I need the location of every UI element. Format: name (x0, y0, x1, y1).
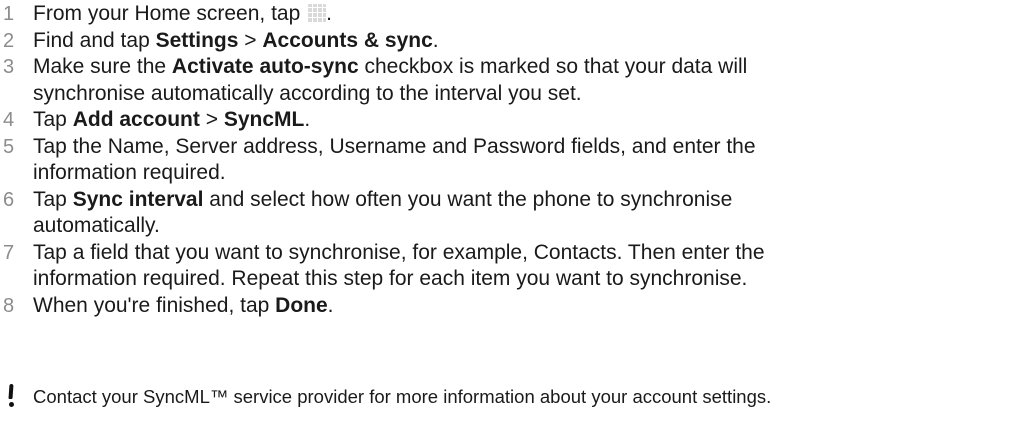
step-text: Tap Sync interval and select how often y… (33, 187, 733, 238)
step-text: Find and tap Settings > Accounts & sync. (33, 28, 439, 52)
settings-term: Settings (155, 28, 239, 52)
add-account-term: Add account (72, 108, 200, 131)
exclamation-icon (7, 382, 17, 410)
sync-interval-term: Sync interval (72, 187, 204, 211)
step-number: 3 (3, 56, 15, 78)
activate-auto-sync-term: Activate auto-sync (171, 55, 359, 78)
instruction-steps: 1 From your Home screen, tap . 2 Find an… (0, 0, 1027, 319)
step-number: 6 (3, 188, 15, 211)
step-text: From your Home screen, tap . (33, 2, 332, 25)
done-term: Done (275, 293, 328, 317)
note-text: Contact your SyncML™ service provider fo… (33, 386, 772, 407)
step-text: When you're finished, tap Done. (33, 293, 334, 317)
step-number: 4 (3, 109, 15, 131)
step-number: 7 (3, 241, 15, 264)
step-number: 8 (3, 294, 15, 317)
step-2: 2 Find and tap Settings > Accounts & syn… (0, 28, 1027, 55)
note-callout: Contact your SyncML™ service provider fo… (0, 382, 1027, 412)
step-5: 5 Tap the Name, Server address, Username… (0, 134, 1027, 187)
step-7: 7 Tap a field that you want to synchroni… (0, 240, 1027, 293)
accounts-sync-term: Accounts & sync (262, 28, 433, 52)
syncml-term: SyncML (223, 108, 305, 131)
step-number: 5 (3, 135, 15, 158)
step-4: 4 Tap Add account > SyncML. (0, 107, 1027, 134)
step-number: 1 (3, 3, 15, 25)
step-6: 6 Tap Sync interval and select how often… (0, 187, 1027, 240)
app-grid-icon (308, 4, 327, 22)
step-number: 2 (3, 29, 15, 52)
step-1: 1 From your Home screen, tap . (0, 1, 1027, 28)
step-3: 3 Make sure the Activate auto-sync check… (0, 54, 1027, 107)
step-text: Make sure the Activate auto-sync checkbo… (33, 55, 748, 105)
step-8: 8 When you're finished, tap Done. (0, 293, 1027, 320)
step-text: Tap Add account > SyncML. (33, 108, 311, 131)
document-page: { "steps": [ { "num": "1", "parts": ["Fr… (0, 0, 1027, 421)
step-text: Tap the Name, Server address, Username a… (33, 134, 756, 185)
step-text: Tap a field that you want to synchronise… (33, 240, 765, 291)
